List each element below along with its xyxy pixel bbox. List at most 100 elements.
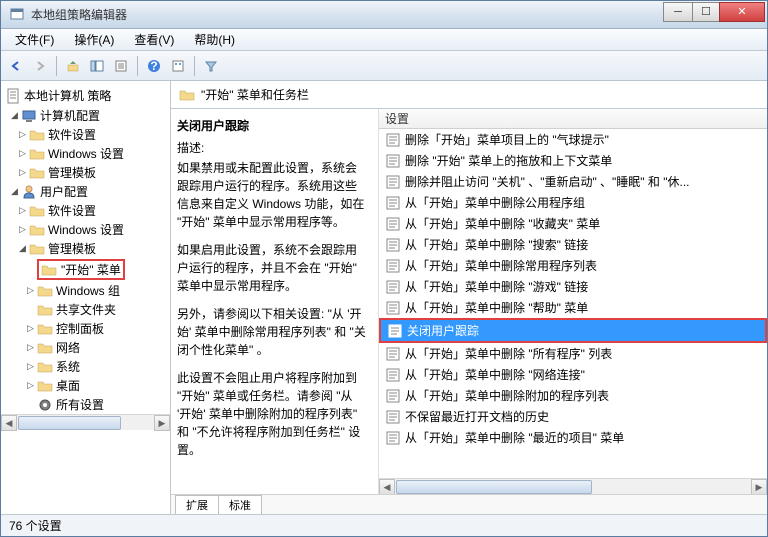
status-text: 76 个设置 bbox=[9, 517, 62, 534]
setting-icon bbox=[385, 346, 401, 362]
main-area: 本地计算机 策略 ◢ 计算机配置 ▷软件设置 ▷Windows 设置 ▷管理模板… bbox=[1, 81, 767, 514]
setting-icon bbox=[385, 430, 401, 446]
collapse-icon[interactable]: ◢ bbox=[17, 243, 28, 254]
tree-item[interactable]: 共享文件夹 bbox=[25, 300, 170, 319]
list-column-header[interactable]: 设置 bbox=[379, 109, 767, 129]
tree-computer-config[interactable]: ◢ 计算机配置 bbox=[9, 106, 170, 125]
settings-list[interactable]: 删除「开始」菜单项目上的 "气球提示" 删除 "开始" 菜单上的拖放和上下文菜单删… bbox=[379, 129, 767, 478]
scroll-left-icon[interactable]: ◀ bbox=[1, 415, 17, 431]
tree-item[interactable]: ▷Windows 组 bbox=[25, 281, 170, 300]
tree-start-menu[interactable]: "开始" 菜单 bbox=[25, 258, 170, 281]
help-button[interactable]: ? bbox=[143, 55, 165, 77]
policy-icon bbox=[5, 88, 21, 104]
scroll-right-icon[interactable]: ▶ bbox=[154, 415, 170, 431]
expand-icon[interactable]: ▷ bbox=[17, 129, 28, 140]
list-item[interactable]: 从「开始」菜单中删除 "最近的项目" 菜单 bbox=[379, 427, 767, 448]
titlebar[interactable]: 本地组策略编辑器 ─ ☐ ✕ bbox=[1, 1, 767, 29]
computer-icon bbox=[21, 108, 37, 124]
tab-standard[interactable]: 标准 bbox=[218, 495, 262, 515]
tree-item[interactable]: ◢管理模板 bbox=[17, 239, 170, 258]
minimize-button[interactable]: ─ bbox=[663, 2, 693, 22]
back-button[interactable] bbox=[5, 55, 27, 77]
list-hscroll[interactable]: ◀▶ bbox=[379, 478, 767, 494]
list-item[interactable]: 从「开始」菜单中删除 "搜索" 链接 bbox=[379, 234, 767, 255]
menu-action[interactable]: 操作(A) bbox=[64, 29, 124, 50]
list-item-label: 从「开始」菜单中删除附加的程序列表 bbox=[405, 387, 609, 404]
scroll-left-icon[interactable]: ◀ bbox=[379, 479, 395, 495]
up-button[interactable] bbox=[62, 55, 84, 77]
tree-root[interactable]: 本地计算机 策略 bbox=[1, 85, 170, 106]
tree-item[interactable]: ▷软件设置 bbox=[17, 125, 170, 144]
tree-item[interactable]: 所有设置 bbox=[25, 395, 170, 414]
list-item-label: 删除 "开始" 菜单上的拖放和上下文菜单 bbox=[405, 152, 612, 169]
expand-icon[interactable]: ▷ bbox=[17, 148, 28, 159]
show-hide-tree-button[interactable] bbox=[86, 55, 108, 77]
list-item-label: 从「开始」菜单中删除 "搜索" 链接 bbox=[405, 236, 588, 253]
setting-icon bbox=[385, 258, 401, 274]
collapse-icon[interactable]: ◢ bbox=[9, 186, 20, 197]
expand-icon[interactable]: ▷ bbox=[25, 361, 36, 372]
expand-icon[interactable]: ▷ bbox=[17, 167, 28, 178]
desc-subtitle: 描述: bbox=[177, 139, 368, 157]
folder-icon bbox=[29, 165, 45, 181]
list-item[interactable]: 从「开始」菜单中删除 "收藏夹" 菜单 bbox=[379, 213, 767, 234]
properties-button[interactable] bbox=[110, 55, 132, 77]
tree-user-config[interactable]: ◢ 用户配置 bbox=[9, 182, 170, 201]
folder-icon bbox=[29, 203, 45, 219]
folder-icon bbox=[41, 262, 57, 278]
list-item[interactable]: 从「开始」菜单中删除常用程序列表 bbox=[379, 255, 767, 276]
list-item-label: 从「开始」菜单中删除公用程序组 bbox=[405, 194, 585, 211]
menu-view[interactable]: 查看(V) bbox=[124, 29, 184, 50]
list-item[interactable]: 从「开始」菜单中删除 "所有程序" 列表 bbox=[379, 343, 767, 364]
tree-hscroll[interactable]: ◀▶ bbox=[1, 414, 170, 430]
setting-icon bbox=[385, 237, 401, 253]
folder-icon bbox=[37, 378, 53, 394]
list-item-label: 从「开始」菜单中删除 "游戏" 链接 bbox=[405, 278, 588, 295]
tree-item[interactable]: ▷系统 bbox=[25, 357, 170, 376]
expand-icon[interactable]: ▷ bbox=[25, 323, 36, 334]
setting-icon bbox=[385, 409, 401, 425]
expand-icon[interactable]: ▷ bbox=[25, 285, 36, 296]
folder-icon bbox=[37, 340, 53, 356]
tab-extend[interactable]: 扩展 bbox=[175, 495, 219, 515]
list-item[interactable]: 从「开始」菜单中删除附加的程序列表 bbox=[379, 385, 767, 406]
expand-icon[interactable]: ▷ bbox=[25, 380, 36, 391]
tree-item[interactable]: ▷Windows 设置 bbox=[17, 220, 170, 239]
setting-icon bbox=[385, 300, 401, 316]
tree-item[interactable]: ▷软件设置 bbox=[17, 201, 170, 220]
menu-file[interactable]: 文件(F) bbox=[5, 29, 64, 50]
expand-icon[interactable]: ▷ bbox=[17, 205, 28, 216]
maximize-button[interactable]: ☐ bbox=[692, 2, 720, 22]
list-item[interactable]: 不保留最近打开文档的历史 bbox=[379, 406, 767, 427]
list-item[interactable]: 从「开始」菜单中删除 "网络连接" bbox=[379, 364, 767, 385]
forward-button[interactable] bbox=[29, 55, 51, 77]
menu-help[interactable]: 帮助(H) bbox=[184, 29, 245, 50]
expand-icon[interactable]: ▷ bbox=[17, 224, 28, 235]
close-button[interactable]: ✕ bbox=[719, 2, 765, 22]
scroll-right-icon[interactable]: ▶ bbox=[751, 479, 767, 495]
list-item-label: 不保留最近打开文档的历史 bbox=[405, 408, 549, 425]
tree-item[interactable]: ▷Windows 设置 bbox=[17, 144, 170, 163]
list-item[interactable]: 从「开始」菜单中删除公用程序组 bbox=[379, 192, 767, 213]
expand-icon[interactable]: ▷ bbox=[25, 342, 36, 353]
right-pane: "开始" 菜单和任务栏 关闭用户跟踪 描述: 如果禁用或未配置此设置，系统会跟踪… bbox=[171, 81, 767, 514]
path-label: "开始" 菜单和任务栏 bbox=[201, 86, 309, 103]
folder-icon bbox=[29, 241, 45, 257]
list-item[interactable]: 删除并阻止访问 "关机" 、"重新启动" 、"睡眠" 和 "休... bbox=[379, 171, 767, 192]
filter-button[interactable] bbox=[200, 55, 222, 77]
options-button[interactable] bbox=[167, 55, 189, 77]
tree-item[interactable]: ▷桌面 bbox=[25, 376, 170, 395]
folder-icon bbox=[29, 222, 45, 238]
folder-icon bbox=[29, 146, 45, 162]
list-item[interactable]: 删除「开始」菜单项目上的 "气球提示" bbox=[379, 129, 767, 150]
list-item-label: 从「开始」菜单中删除 "所有程序" 列表 bbox=[405, 345, 612, 362]
list-item[interactable]: 从「开始」菜单中删除 "帮助" 菜单 bbox=[379, 297, 767, 318]
list-item[interactable]: 关闭用户跟踪 bbox=[381, 320, 765, 341]
list-item[interactable]: 删除 "开始" 菜单上的拖放和上下文菜单 bbox=[379, 150, 767, 171]
tree-item[interactable]: ▷网络 bbox=[25, 338, 170, 357]
list-item[interactable]: 从「开始」菜单中删除 "游戏" 链接 bbox=[379, 276, 767, 297]
tree-pane[interactable]: 本地计算机 策略 ◢ 计算机配置 ▷软件设置 ▷Windows 设置 ▷管理模板… bbox=[1, 81, 171, 514]
collapse-icon[interactable]: ◢ bbox=[9, 110, 20, 121]
tree-item[interactable]: ▷控制面板 bbox=[25, 319, 170, 338]
tree-item[interactable]: ▷管理模板 bbox=[17, 163, 170, 182]
